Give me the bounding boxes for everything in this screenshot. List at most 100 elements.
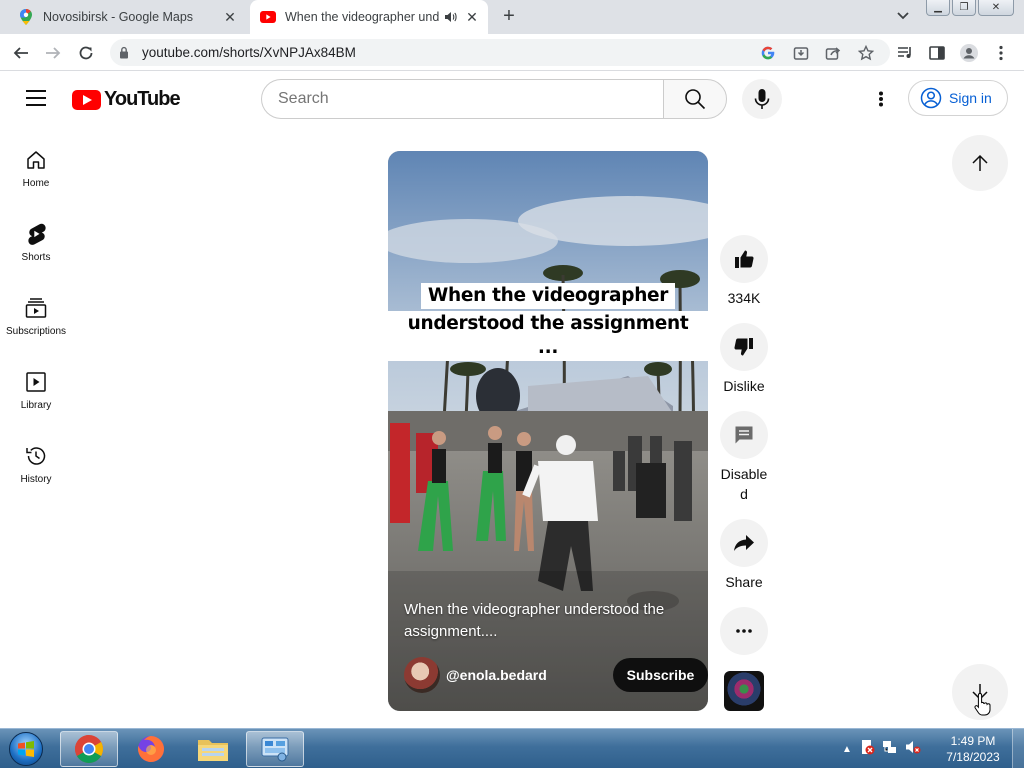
- youtube-logo[interactable]: YouTube: [72, 88, 181, 111]
- share-button[interactable]: [720, 519, 768, 567]
- share-page-icon[interactable]: [825, 45, 841, 61]
- control-panel-icon: [261, 737, 289, 762]
- show-hidden-icons-icon[interactable]: ▲: [842, 744, 852, 755]
- tab-title: When the videographer und: [285, 10, 440, 24]
- minimize-icon[interactable]: ▁: [926, 0, 950, 16]
- folder-icon: [198, 740, 228, 761]
- speaker-icon[interactable]: [444, 11, 457, 26]
- show-desktop-button[interactable]: [1012, 729, 1024, 769]
- channel-avatar[interactable]: [404, 657, 440, 693]
- search-input[interactable]: [278, 80, 658, 118]
- guide-label: Shorts: [21, 252, 51, 263]
- next-short-button[interactable]: [952, 664, 1008, 720]
- back-arrow-icon[interactable]: [10, 42, 32, 64]
- guide-label: History: [20, 474, 52, 485]
- new-tab-button[interactable]: +: [498, 6, 520, 28]
- hamburger-menu-icon[interactable]: [26, 90, 46, 106]
- tab-title: Novosibirsk - Google Maps: [43, 10, 194, 24]
- restore-icon[interactable]: ❐: [952, 0, 976, 16]
- reload-icon[interactable]: [75, 42, 97, 64]
- microphone-icon: [754, 89, 770, 109]
- guide-item-shorts[interactable]: Shorts: [0, 208, 72, 272]
- guide-item-library[interactable]: Library: [0, 356, 72, 420]
- window-controls: ▁ ❐ ✕: [926, 0, 1014, 16]
- firefox-icon: [138, 736, 164, 762]
- caption-line-2: understood the assignment ...: [388, 311, 708, 361]
- guide-label: Subscriptions: [5, 326, 67, 337]
- guide-label: Home: [22, 178, 50, 189]
- thumbs-down-icon: [734, 338, 753, 356]
- windows-logo-icon: [9, 732, 43, 766]
- caption-line-1: When the videographer: [420, 283, 676, 309]
- comments-action: Disabled: [716, 411, 772, 504]
- action-center-icon[interactable]: [859, 739, 875, 760]
- forward-arrow-icon[interactable]: [42, 42, 64, 64]
- address-bar[interactable]: youtube.com/shorts/XvNPJAx84BM: [110, 39, 890, 66]
- arrow-up-icon: [972, 154, 988, 171]
- like-button[interactable]: [720, 235, 768, 283]
- video-description[interactable]: When the videographer understood the ass…: [404, 599, 699, 643]
- more-action: [716, 607, 772, 655]
- side-panel-icon[interactable]: [928, 44, 946, 62]
- guide-item-history[interactable]: History: [0, 430, 72, 494]
- sign-in-label: Sign in: [949, 90, 992, 106]
- shorts-icon: [24, 222, 48, 246]
- voice-search-button[interactable]: [742, 79, 782, 119]
- dislike-label: Dislike: [723, 378, 765, 394]
- start-button[interactable]: [4, 730, 48, 768]
- google-lens-icon[interactable]: [760, 45, 776, 61]
- install-app-icon[interactable]: [793, 45, 809, 61]
- guide-item-home[interactable]: Home: [0, 134, 72, 198]
- taskbar-clock[interactable]: 1:49 PM 7/18/2023: [940, 733, 1006, 765]
- account-circle-icon: [920, 87, 942, 109]
- history-icon: [24, 444, 48, 468]
- guide-item-subscriptions[interactable]: Subscriptions: [0, 282, 72, 346]
- clock-time: 1:49 PM: [950, 734, 996, 748]
- sign-in-button[interactable]: Sign in: [908, 80, 1008, 116]
- tab-google-maps[interactable]: Novosibirsk - Google Maps ✕: [8, 0, 246, 34]
- clock-date: 7/18/2023: [946, 750, 1000, 764]
- library-icon: [24, 370, 48, 394]
- audio-track-thumbnail[interactable]: [724, 671, 764, 711]
- subscribe-button[interactable]: Subscribe: [613, 658, 708, 692]
- windows-taskbar: ▲ 1:49 PM 7/18/2023: [0, 728, 1024, 769]
- youtube-logo-text: YouTube: [104, 88, 181, 110]
- close-window-icon[interactable]: ✕: [978, 0, 1014, 16]
- volume-muted-icon[interactable]: [905, 739, 921, 760]
- search-button[interactable]: [663, 79, 727, 119]
- search-box: [261, 79, 664, 119]
- close-tab-icon[interactable]: ✕: [464, 9, 480, 25]
- media-controls-icon[interactable]: [896, 44, 914, 62]
- comments-button[interactable]: [720, 411, 768, 459]
- profile-avatar-icon[interactable]: [960, 44, 978, 62]
- like-count: 334K: [727, 290, 761, 306]
- browser-toolbar: youtube.com/shorts/XvNPJAx84BM: [0, 34, 1024, 71]
- dislike-button[interactable]: [720, 323, 768, 371]
- close-tab-icon[interactable]: ✕: [222, 9, 238, 25]
- google-maps-icon: [18, 9, 34, 25]
- taskbar-file-explorer[interactable]: [184, 731, 242, 767]
- video-caption-overlay: When the videographer understood the ass…: [388, 283, 708, 361]
- thumbs-up-icon: [735, 250, 754, 268]
- shorts-video-player[interactable]: When the videographer understood the ass…: [388, 151, 708, 711]
- channel-name[interactable]: @enola.bedard: [446, 667, 547, 683]
- taskbar-control-panel[interactable]: [246, 731, 304, 767]
- comments-label: Disabled: [720, 466, 768, 502]
- subscriptions-icon: [24, 296, 48, 320]
- url-text[interactable]: youtube.com/shorts/XvNPJAx84BM: [142, 45, 356, 60]
- lock-icon[interactable]: [119, 46, 129, 64]
- tab-youtube-short[interactable]: When the videographer und ✕: [250, 0, 488, 34]
- like-action: 334K: [716, 235, 772, 308]
- taskbar-chrome[interactable]: [60, 731, 118, 767]
- share-label: Share: [725, 574, 763, 590]
- taskbar-firefox[interactable]: [122, 731, 180, 767]
- share-arrow-icon: [734, 535, 754, 551]
- chevron-down-icon[interactable]: [896, 8, 914, 26]
- previous-short-button[interactable]: [952, 135, 1008, 191]
- browser-tab-strip: Novosibirsk - Google Maps ✕ When the vid…: [0, 0, 1024, 34]
- bookmark-star-icon[interactable]: [858, 45, 874, 61]
- chrome-menu-icon[interactable]: [992, 44, 1010, 62]
- settings-kebab-icon[interactable]: [870, 87, 892, 111]
- network-icon[interactable]: [882, 739, 898, 760]
- more-options-button[interactable]: [720, 607, 768, 655]
